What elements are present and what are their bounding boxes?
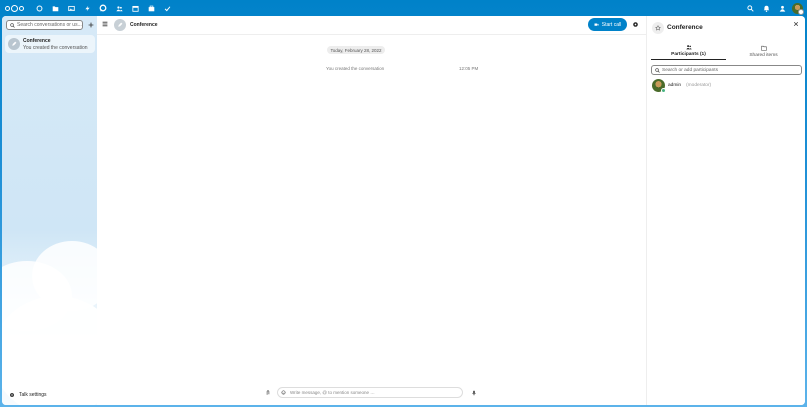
pencil-icon — [118, 22, 123, 27]
plus-icon — [88, 22, 93, 28]
conversation-list-item[interactable]: Conference You created the conversation — [5, 35, 95, 53]
microphone-icon[interactable] — [471, 390, 477, 396]
online-status-indicator — [661, 88, 666, 93]
talk-app-icon[interactable] — [95, 3, 111, 13]
conversation-name: Conference — [23, 37, 51, 44]
people-icon — [685, 45, 692, 50]
menu-icon[interactable] — [102, 21, 108, 27]
deck-app-icon[interactable] — [143, 3, 159, 13]
tab-participants-label: Participants (1) — [671, 52, 706, 57]
sidebar-title: Conference — [667, 24, 703, 31]
chat-view: Conference Start call Today, February 28… — [97, 16, 647, 405]
app-menu — [31, 3, 175, 13]
conversation-avatar — [8, 38, 20, 50]
top-bar — [0, 0, 807, 16]
star-icon — [655, 25, 661, 31]
talk-settings-label: Talk settings — [19, 392, 47, 398]
sidebar-tabs: Participants (1) Shared items — [651, 42, 801, 60]
activity-app-icon[interactable] — [79, 3, 95, 13]
search-icon[interactable] — [742, 2, 758, 14]
participant-role: (moderator) — [686, 83, 712, 88]
contacts-menu-icon[interactable] — [774, 2, 790, 14]
participant-search-placeholder: Search or add participants — [662, 67, 718, 73]
conversation-last-message: You created the conversation — [23, 44, 88, 51]
dashboard-app-icon[interactable] — [31, 3, 47, 13]
notifications-bell-icon[interactable] — [758, 2, 774, 14]
message-composer: Write message, @ to mention someone … — [97, 386, 646, 400]
files-app-icon[interactable] — [47, 3, 63, 13]
user-avatar[interactable] — [792, 2, 804, 15]
date-separator: Today, February 28, 2022 — [327, 46, 385, 54]
talk-settings-button[interactable]: Talk settings — [9, 392, 47, 398]
close-icon[interactable] — [793, 21, 799, 27]
nav-toolbar: Search conversations or us... — [6, 20, 95, 30]
message-input[interactable]: Write message, @ to mention someone … — [277, 387, 463, 398]
conversation-search-input[interactable]: Search conversations or us... — [6, 20, 83, 30]
app-content: Search conversations or us... Conference… — [2, 16, 805, 405]
new-conversation-button[interactable] — [86, 21, 95, 30]
header-divider — [97, 34, 646, 35]
tab-shared-items-label: Shared items — [749, 52, 778, 58]
conversation-settings-gear-icon[interactable] — [632, 21, 639, 28]
nextcloud-logo[interactable] — [5, 4, 25, 12]
emoji-icon[interactable] — [281, 390, 286, 395]
video-camera-icon — [594, 23, 599, 26]
system-message: You created the conversation — [326, 66, 385, 71]
tab-participants[interactable]: Participants (1) — [651, 42, 726, 60]
calendar-app-icon[interactable] — [127, 3, 143, 13]
participant-name: admin — [668, 83, 682, 88]
participant-item[interactable]: admin (moderator) — [652, 79, 712, 93]
start-call-label: Start call — [601, 21, 622, 28]
search-icon — [655, 67, 660, 73]
tasks-app-icon[interactable] — [159, 3, 175, 13]
gear-icon — [10, 393, 14, 397]
start-call-button[interactable]: Start call — [588, 18, 627, 31]
message-timestamp: 12:05 PM — [459, 66, 479, 71]
participant-search-input[interactable]: Search or add participants — [651, 65, 802, 75]
favorite-star-button[interactable] — [652, 22, 664, 34]
search-icon — [10, 22, 15, 28]
contacts-app-icon[interactable] — [111, 3, 127, 13]
conversation-sidebar: Conference Participants (1) Shared items… — [647, 16, 805, 405]
conversation-avatar — [114, 19, 126, 31]
message-input-placeholder: Write message, @ to mention someone … — [290, 390, 375, 395]
conversation-navigation: Search conversations or us... Conference… — [2, 16, 122, 405]
folder-icon — [760, 45, 767, 51]
paperclip-icon[interactable] — [265, 390, 271, 396]
participant-avatar — [652, 79, 666, 93]
conversation-title[interactable]: Conference — [130, 22, 158, 28]
conversation-search-placeholder: Search conversations or us... — [17, 22, 82, 28]
photos-app-icon[interactable] — [63, 3, 79, 13]
tab-shared-items[interactable]: Shared items — [726, 42, 801, 60]
chat-header: Conference Start call — [97, 16, 646, 34]
pencil-icon — [12, 41, 17, 46]
header-right — [742, 2, 804, 15]
